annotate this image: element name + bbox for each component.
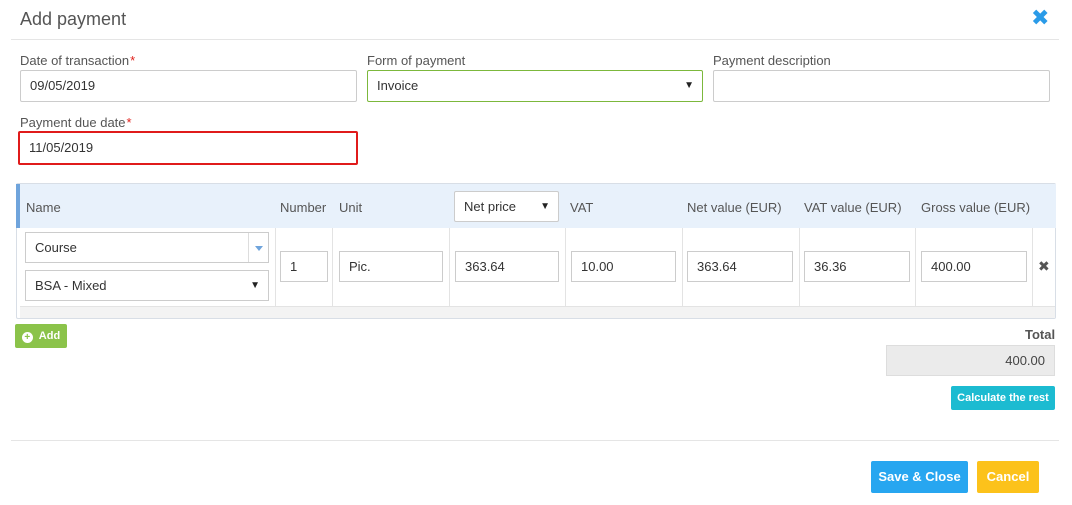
form-of-payment-value: Invoice — [377, 78, 419, 93]
total-value: 400.00 — [886, 345, 1055, 376]
price-type-select[interactable]: Net price ▼ — [454, 191, 559, 222]
number-input[interactable]: 1 — [280, 251, 328, 282]
column-divider — [799, 228, 800, 306]
column-header-gross-value: Gross value (EUR) — [921, 200, 1031, 215]
column-divider — [275, 228, 276, 306]
item-variant-select[interactable]: BSA - Mixed ▼ — [25, 270, 269, 301]
footer-divider — [11, 440, 1059, 441]
plus-circle-icon: + — [21, 332, 33, 343]
date-of-transaction-label-text: Date of transaction — [20, 53, 130, 68]
column-divider — [449, 228, 450, 306]
calculate-rest-button[interactable]: Calculate the rest — [951, 386, 1055, 410]
form-of-payment-select[interactable]: Invoice ▼ — [367, 70, 703, 102]
column-divider — [565, 228, 566, 306]
required-mark: * — [130, 53, 136, 68]
column-header-unit: Unit — [339, 200, 363, 215]
column-header-vat: VAT — [570, 200, 594, 215]
delete-row-icon[interactable]: ✖ — [1038, 258, 1050, 275]
item-variant-value: BSA - Mixed — [35, 278, 107, 293]
unit-input[interactable]: Pic. — [339, 251, 443, 282]
cancel-button[interactable]: Cancel — [977, 461, 1039, 493]
column-header-net-value: Net value (EUR) — [687, 200, 782, 215]
add-item-button[interactable]: + Add — [15, 324, 67, 348]
payment-description-input[interactable] — [713, 70, 1050, 102]
save-close-button[interactable]: Save & Close — [871, 461, 968, 493]
combobox-arrow-icon[interactable] — [248, 233, 268, 262]
dialog-title: Add payment — [20, 9, 127, 29]
column-divider — [915, 228, 916, 306]
net-value-input[interactable]: 363.64 — [687, 251, 793, 282]
column-divider — [682, 228, 683, 306]
payment-due-date-label-text: Payment due date — [20, 115, 126, 130]
payment-due-date-input[interactable]: 11/05/2019 — [18, 131, 358, 165]
column-header-number: Number — [280, 200, 327, 215]
column-divider — [1032, 228, 1033, 306]
header-divider — [11, 39, 1059, 40]
date-of-transaction-label: Date of transaction* — [20, 53, 135, 68]
vat-value-input[interactable]: 36.36 — [804, 251, 910, 282]
gross-value-input[interactable]: 400.00 — [921, 251, 1027, 282]
payment-due-date-label: Payment due date* — [20, 115, 132, 130]
item-name-combobox[interactable]: Course — [25, 232, 269, 263]
items-table-footer — [20, 306, 1055, 318]
dropdown-arrow-icon: ▼ — [684, 80, 694, 91]
column-divider — [332, 228, 333, 306]
close-icon[interactable]: ✖ — [1031, 6, 1049, 30]
payment-description-label: Payment description — [713, 53, 831, 68]
date-of-transaction-input[interactable]: 09/05/2019 — [20, 70, 357, 102]
dropdown-arrow-icon: ▼ — [540, 201, 550, 212]
vat-input[interactable]: 10.00 — [571, 251, 676, 282]
price-type-value: Net price — [464, 199, 517, 214]
column-header-vat-value: VAT value (EUR) — [804, 200, 902, 215]
dropdown-arrow-icon: ▼ — [250, 280, 260, 291]
column-header-name: Name — [26, 200, 61, 215]
form-of-payment-label: Form of payment — [367, 53, 466, 68]
required-mark: * — [126, 115, 132, 130]
total-label: Total — [1025, 327, 1056, 342]
price-input[interactable]: 363.64 — [455, 251, 559, 282]
item-name-value: Course — [35, 240, 77, 255]
add-item-label: Add — [38, 330, 61, 342]
